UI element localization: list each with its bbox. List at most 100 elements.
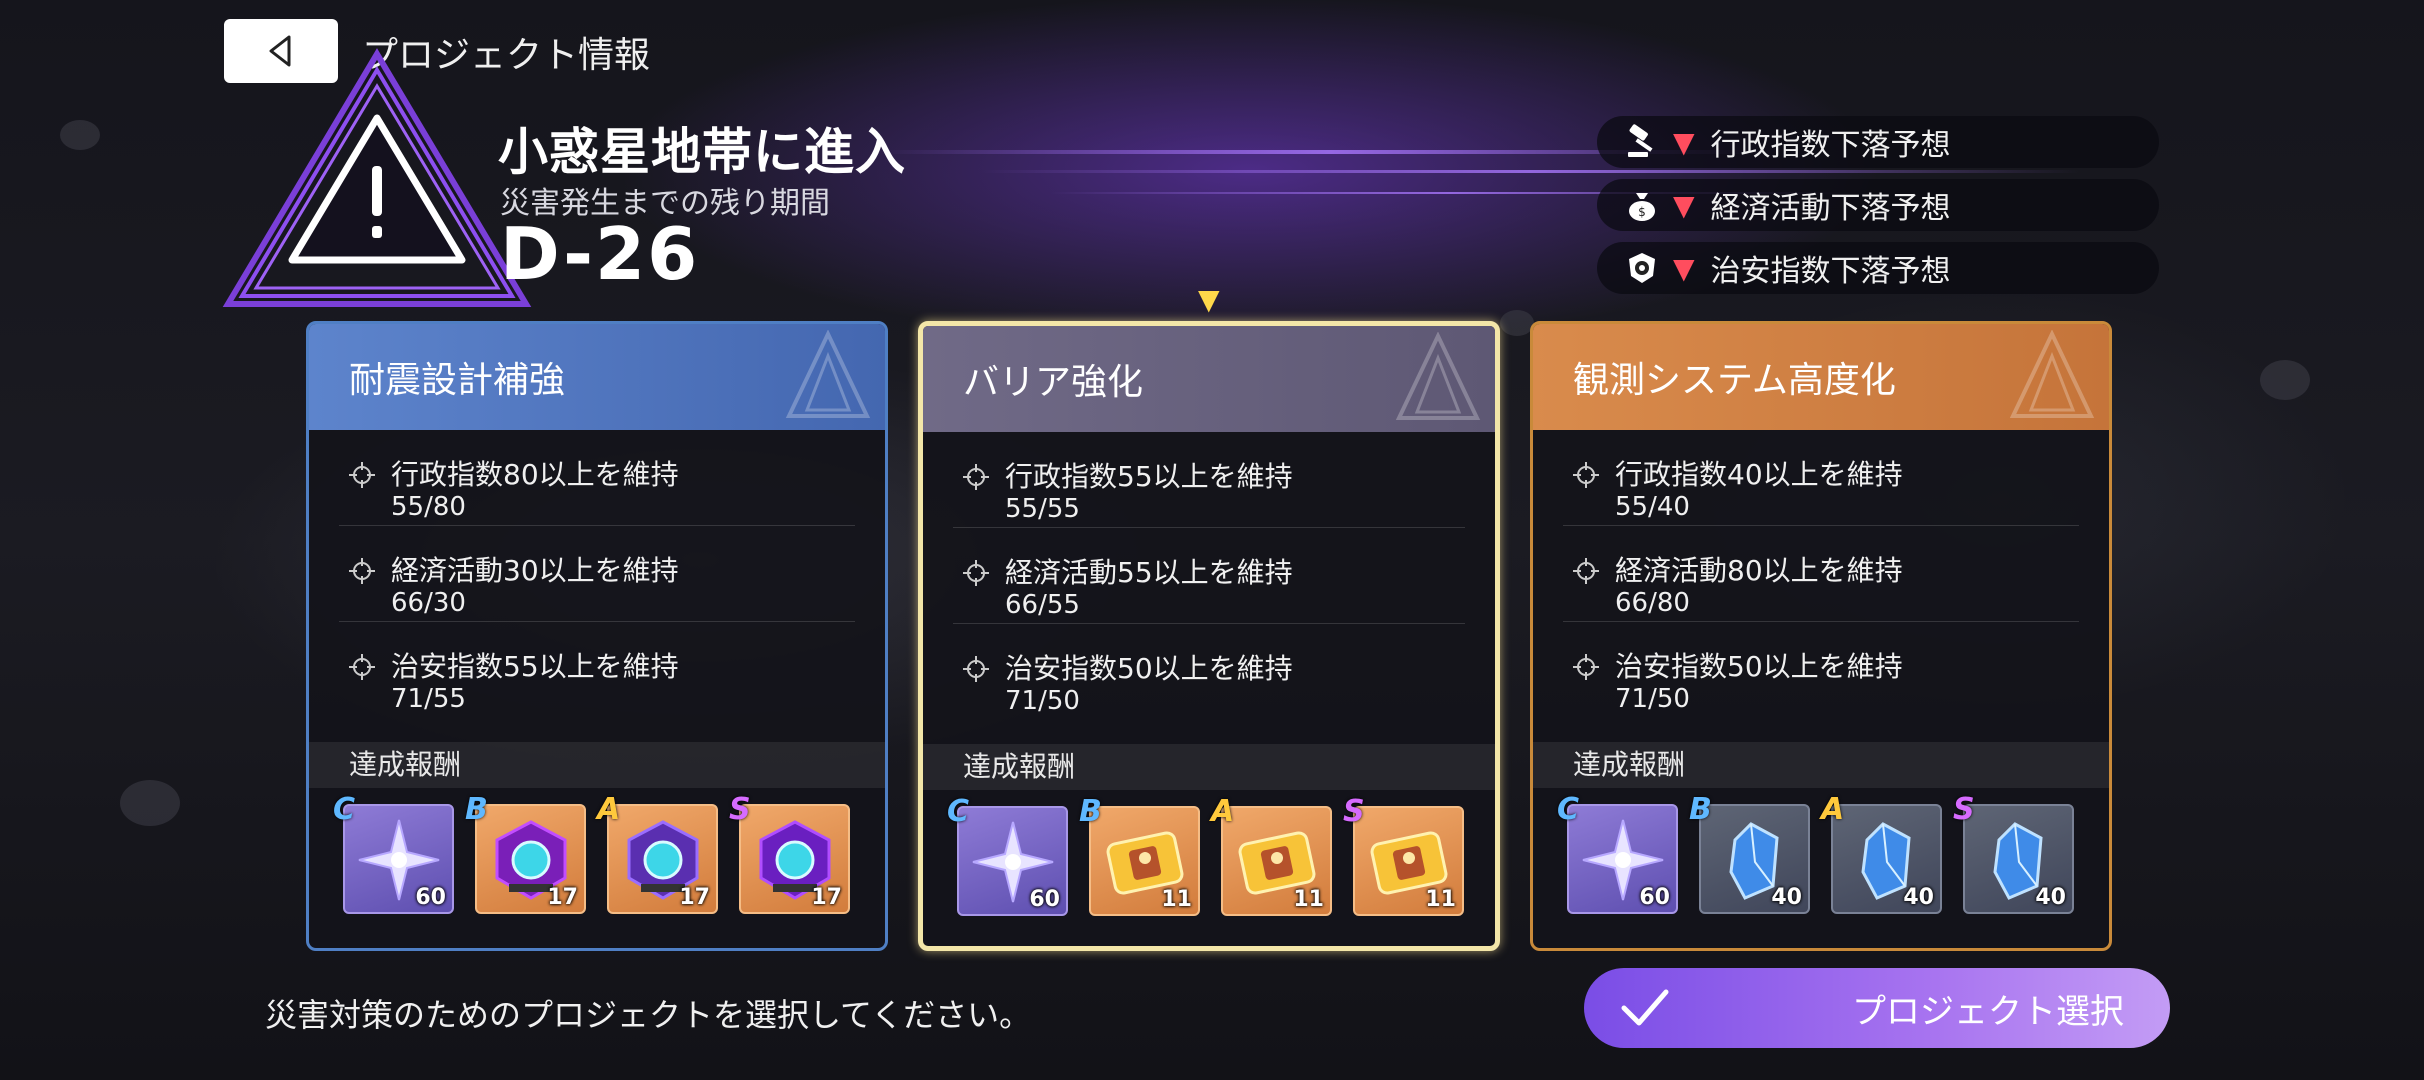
crosshair-icon <box>1573 654 1599 680</box>
reward-item[interactable]: C 60 <box>1557 792 1678 914</box>
condition-text: 経済活動55以上を維持 <box>1005 556 1293 589</box>
condition-progress: 71/50 <box>1005 686 1080 716</box>
card-header: 耐震設計補強 <box>309 324 885 430</box>
asteroid-decoration <box>1500 310 1534 336</box>
condition-text: 経済活動80以上を維持 <box>1615 554 1903 587</box>
money-bag-icon: $ <box>1623 186 1661 224</box>
condition-item: 経済活動30以上を維持 66/30 <box>339 526 855 622</box>
condition-text: 治安指数55以上を維持 <box>391 650 679 683</box>
down-arrow-icon: ▼ <box>1673 251 1695 285</box>
emblem-icon <box>1395 332 1481 420</box>
condition-progress: 71/55 <box>391 684 466 714</box>
condition-item: 行政指数40以上を維持 55/40 <box>1563 430 2079 526</box>
reward-item[interactable]: S 40 <box>1953 792 2074 914</box>
reward-item[interactable]: C 60 <box>947 794 1068 916</box>
reward-count: 60 <box>1639 885 1670 910</box>
grade-badge: S <box>729 792 751 827</box>
reward-count: 11 <box>1293 887 1324 912</box>
police-badge-icon <box>1623 249 1661 287</box>
reward-item[interactable]: S 11 <box>1343 794 1464 916</box>
countdown: D-26 <box>500 212 700 296</box>
grade-badge: S <box>1343 794 1365 829</box>
check-icon <box>1621 989 1669 1026</box>
crosshair-icon <box>963 464 989 490</box>
reward-count: 60 <box>415 885 446 910</box>
card-title: 観測システム高度化 <box>1573 360 1896 401</box>
condition-text: 行政指数55以上を維持 <box>1005 460 1293 493</box>
grade-badge: A <box>597 792 621 827</box>
project-card-observation[interactable]: 観測システム高度化 行政指数40以上を維持 55/40 経済活動80以上を維持 66… <box>1530 321 2112 951</box>
condition-progress: 55/80 <box>391 492 466 522</box>
card-title: バリア強化 <box>963 362 1144 403</box>
crosshair-icon <box>349 462 375 488</box>
grade-badge: B <box>465 792 488 827</box>
grade-badge: C <box>947 794 970 829</box>
reward-item[interactable]: A 17 <box>597 792 718 914</box>
reward-count: 11 <box>1161 887 1192 912</box>
reward-count: 17 <box>547 885 578 910</box>
reward-count: 40 <box>2035 885 2066 910</box>
grade-badge: C <box>333 792 356 827</box>
reward-count: 17 <box>679 885 710 910</box>
project-card-barrier[interactable]: バリア強化 行政指数55以上を維持 55/55 経済活動55以上を維持 66/55 … <box>918 321 1500 951</box>
crosshair-icon <box>963 656 989 682</box>
crosshair-icon <box>1573 558 1599 584</box>
reward-label: 達成報酬 <box>1533 742 2109 788</box>
condition-progress: 55/40 <box>1615 492 1690 522</box>
select-button-label: プロジェクト選択 <box>1852 991 2124 1032</box>
condition-progress: 66/55 <box>1005 590 1080 620</box>
asteroid-decoration <box>60 120 100 150</box>
condition-item: 行政指数80以上を維持 55/80 <box>339 430 855 526</box>
condition-item: 治安指数50以上を維持 71/50 <box>1563 622 2079 718</box>
down-arrow-icon: ▼ <box>1673 125 1695 159</box>
condition-progress: 55/55 <box>1005 494 1080 524</box>
forecast-text: 経済活動下落予想 <box>1710 191 1951 226</box>
instruction-text: 災害対策のためのプロジェクトを選択してください。 <box>265 996 1032 1034</box>
event-title: 小惑星地帯に進入 <box>498 123 906 181</box>
condition-text: 治安指数50以上を維持 <box>1005 652 1293 685</box>
crosshair-icon <box>1573 462 1599 488</box>
condition-item: 経済活動55以上を維持 66/55 <box>953 528 1465 624</box>
asteroid-decoration <box>2260 360 2310 400</box>
forecast-economy: $ ▼ 経済活動下落予想 <box>1597 179 2159 231</box>
condition-item: 行政指数55以上を維持 55/55 <box>953 432 1465 528</box>
condition-item: 治安指数55以上を維持 71/55 <box>339 622 855 718</box>
condition-item: 経済活動80以上を維持 66/80 <box>1563 526 2079 622</box>
grade-badge: C <box>1557 792 1580 827</box>
forecast-text: 治安指数下落予想 <box>1710 254 1951 289</box>
forecast-text: 行政指数下落予想 <box>1710 128 1951 163</box>
grade-badge: A <box>1211 794 1235 829</box>
card-header: 観測システム高度化 <box>1533 324 2109 430</box>
condition-progress: 66/30 <box>391 588 466 618</box>
svg-text:$: $ <box>1638 205 1646 219</box>
forecast-admin: ▼ 行政指数下落予想 <box>1597 116 2159 168</box>
condition-text: 行政指数80以上を維持 <box>391 458 679 491</box>
condition-progress: 71/50 <box>1615 684 1690 714</box>
reward-item[interactable]: B 17 <box>465 792 586 914</box>
emblem-icon <box>2009 330 2095 418</box>
down-arrow-icon: ▼ <box>1673 188 1695 222</box>
grade-badge: B <box>1079 794 1102 829</box>
reward-label: 達成報酬 <box>923 744 1495 790</box>
glitch-streak <box>980 170 2080 173</box>
asteroid-decoration <box>120 780 180 826</box>
card-header: バリア強化 <box>923 326 1495 432</box>
gavel-icon <box>1623 123 1661 161</box>
reward-count: 60 <box>1029 887 1060 912</box>
reward-item[interactable]: C 60 <box>333 792 454 914</box>
crosshair-icon <box>349 654 375 680</box>
select-project-button[interactable]: プロジェクト選択 <box>1584 968 2170 1048</box>
reward-count: 11 <box>1425 887 1456 912</box>
reward-item[interactable]: S 17 <box>729 792 850 914</box>
project-card-seismic[interactable]: 耐震設計補強 行政指数80以上を維持 55/80 経済活動30以上を維持 66/30… <box>306 321 888 951</box>
reward-item[interactable]: B 11 <box>1079 794 1200 916</box>
reward-item[interactable]: A 11 <box>1211 794 1332 916</box>
reward-item[interactable]: B 40 <box>1689 792 1810 914</box>
reward-count: 17 <box>811 885 842 910</box>
reward-count: 40 <box>1771 885 1802 910</box>
card-title: 耐震設計補強 <box>349 360 566 401</box>
condition-text: 行政指数40以上を維持 <box>1615 458 1903 491</box>
reward-item[interactable]: A 40 <box>1821 792 1942 914</box>
warning-triangle-icon <box>222 48 532 310</box>
reward-count: 40 <box>1903 885 1934 910</box>
